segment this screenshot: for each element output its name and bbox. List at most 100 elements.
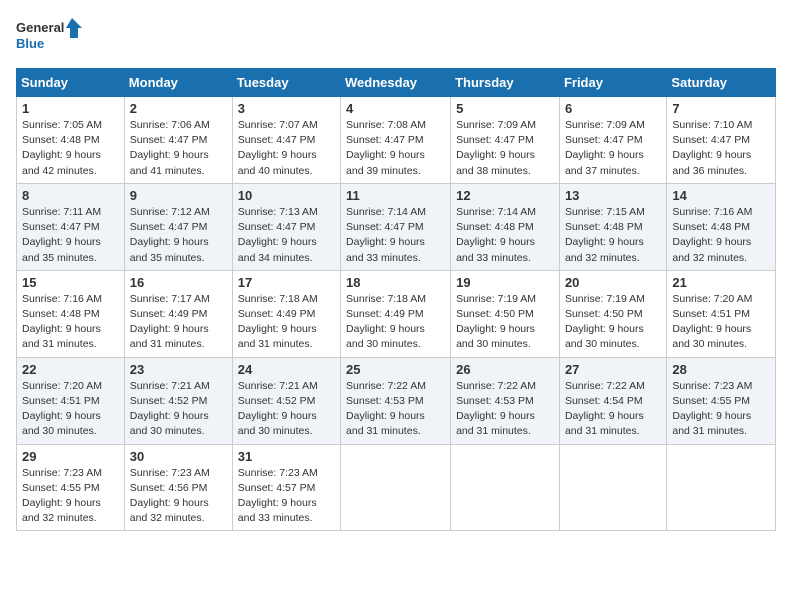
day-info: Sunrise: 7:08 AMSunset: 4:47 PMDaylight:…	[346, 119, 426, 177]
calendar-cell: 4 Sunrise: 7:08 AMSunset: 4:47 PMDayligh…	[341, 97, 451, 184]
weekday-header-wednesday: Wednesday	[341, 69, 451, 97]
day-info: Sunrise: 7:19 AMSunset: 4:50 PMDaylight:…	[456, 293, 536, 351]
weekday-header-sunday: Sunday	[17, 69, 125, 97]
calendar-cell: 2 Sunrise: 7:06 AMSunset: 4:47 PMDayligh…	[124, 97, 232, 184]
day-number: 11	[346, 188, 445, 203]
day-info: Sunrise: 7:11 AMSunset: 4:47 PMDaylight:…	[22, 206, 101, 264]
calendar-cell: 20 Sunrise: 7:19 AMSunset: 4:50 PMDaylig…	[559, 270, 666, 357]
day-info: Sunrise: 7:05 AMSunset: 4:48 PMDaylight:…	[22, 119, 102, 177]
day-info: Sunrise: 7:22 AMSunset: 4:53 PMDaylight:…	[456, 380, 536, 438]
day-info: Sunrise: 7:14 AMSunset: 4:48 PMDaylight:…	[456, 206, 536, 264]
day-number: 31	[238, 449, 335, 464]
logo: General Blue	[16, 16, 86, 60]
day-info: Sunrise: 7:20 AMSunset: 4:51 PMDaylight:…	[672, 293, 752, 351]
day-number: 20	[565, 275, 661, 290]
day-number: 29	[22, 449, 119, 464]
calendar-cell: 6 Sunrise: 7:09 AMSunset: 4:47 PMDayligh…	[559, 97, 666, 184]
day-number: 1	[22, 101, 119, 116]
day-info: Sunrise: 7:16 AMSunset: 4:48 PMDaylight:…	[22, 293, 102, 351]
calendar-week-1: 1 Sunrise: 7:05 AMSunset: 4:48 PMDayligh…	[17, 97, 776, 184]
weekday-header-saturday: Saturday	[667, 69, 776, 97]
calendar-cell: 27 Sunrise: 7:22 AMSunset: 4:54 PMDaylig…	[559, 357, 666, 444]
day-info: Sunrise: 7:22 AMSunset: 4:54 PMDaylight:…	[565, 380, 645, 438]
day-number: 14	[672, 188, 770, 203]
day-number: 12	[456, 188, 554, 203]
day-info: Sunrise: 7:18 AMSunset: 4:49 PMDaylight:…	[346, 293, 426, 351]
calendar-body: 1 Sunrise: 7:05 AMSunset: 4:48 PMDayligh…	[17, 97, 776, 531]
day-info: Sunrise: 7:07 AMSunset: 4:47 PMDaylight:…	[238, 119, 318, 177]
day-number: 22	[22, 362, 119, 377]
calendar-cell: 10 Sunrise: 7:13 AMSunset: 4:47 PMDaylig…	[232, 183, 340, 270]
calendar-cell: 13 Sunrise: 7:15 AMSunset: 4:48 PMDaylig…	[559, 183, 666, 270]
calendar-cell: 11 Sunrise: 7:14 AMSunset: 4:47 PMDaylig…	[341, 183, 451, 270]
day-number: 24	[238, 362, 335, 377]
calendar-cell: 30 Sunrise: 7:23 AMSunset: 4:56 PMDaylig…	[124, 444, 232, 531]
calendar-cell: 15 Sunrise: 7:16 AMSunset: 4:48 PMDaylig…	[17, 270, 125, 357]
day-info: Sunrise: 7:17 AMSunset: 4:49 PMDaylight:…	[130, 293, 210, 351]
day-number: 28	[672, 362, 770, 377]
calendar-cell: 26 Sunrise: 7:22 AMSunset: 4:53 PMDaylig…	[451, 357, 560, 444]
day-number: 13	[565, 188, 661, 203]
calendar-cell: 9 Sunrise: 7:12 AMSunset: 4:47 PMDayligh…	[124, 183, 232, 270]
calendar-cell: 1 Sunrise: 7:05 AMSunset: 4:48 PMDayligh…	[17, 97, 125, 184]
day-number: 16	[130, 275, 227, 290]
day-info: Sunrise: 7:06 AMSunset: 4:47 PMDaylight:…	[130, 119, 210, 177]
day-number: 25	[346, 362, 445, 377]
calendar-cell: 14 Sunrise: 7:16 AMSunset: 4:48 PMDaylig…	[667, 183, 776, 270]
day-info: Sunrise: 7:23 AMSunset: 4:55 PMDaylight:…	[672, 380, 752, 438]
calendar-cell: 7 Sunrise: 7:10 AMSunset: 4:47 PMDayligh…	[667, 97, 776, 184]
day-info: Sunrise: 7:14 AMSunset: 4:47 PMDaylight:…	[346, 206, 426, 264]
calendar-cell: 17 Sunrise: 7:18 AMSunset: 4:49 PMDaylig…	[232, 270, 340, 357]
svg-text:Blue: Blue	[16, 36, 44, 51]
calendar-cell: 3 Sunrise: 7:07 AMSunset: 4:47 PMDayligh…	[232, 97, 340, 184]
weekday-header-monday: Monday	[124, 69, 232, 97]
day-number: 10	[238, 188, 335, 203]
day-number: 27	[565, 362, 661, 377]
day-number: 7	[672, 101, 770, 116]
day-number: 8	[22, 188, 119, 203]
calendar-week-5: 29 Sunrise: 7:23 AMSunset: 4:55 PMDaylig…	[17, 444, 776, 531]
day-info: Sunrise: 7:10 AMSunset: 4:47 PMDaylight:…	[672, 119, 752, 177]
calendar-header-row: SundayMondayTuesdayWednesdayThursdayFrid…	[17, 69, 776, 97]
calendar-cell	[667, 444, 776, 531]
weekday-header-tuesday: Tuesday	[232, 69, 340, 97]
weekday-header-friday: Friday	[559, 69, 666, 97]
day-info: Sunrise: 7:09 AMSunset: 4:47 PMDaylight:…	[565, 119, 645, 177]
day-number: 30	[130, 449, 227, 464]
calendar-cell	[559, 444, 666, 531]
calendar-cell: 12 Sunrise: 7:14 AMSunset: 4:48 PMDaylig…	[451, 183, 560, 270]
calendar-cell: 5 Sunrise: 7:09 AMSunset: 4:47 PMDayligh…	[451, 97, 560, 184]
calendar-cell: 25 Sunrise: 7:22 AMSunset: 4:53 PMDaylig…	[341, 357, 451, 444]
calendar-cell: 29 Sunrise: 7:23 AMSunset: 4:55 PMDaylig…	[17, 444, 125, 531]
svg-text:General: General	[16, 20, 64, 35]
day-info: Sunrise: 7:16 AMSunset: 4:48 PMDaylight:…	[672, 206, 752, 264]
day-number: 18	[346, 275, 445, 290]
day-number: 17	[238, 275, 335, 290]
day-number: 6	[565, 101, 661, 116]
day-info: Sunrise: 7:23 AMSunset: 4:55 PMDaylight:…	[22, 467, 102, 525]
day-info: Sunrise: 7:23 AMSunset: 4:57 PMDaylight:…	[238, 467, 318, 525]
calendar-cell: 24 Sunrise: 7:21 AMSunset: 4:52 PMDaylig…	[232, 357, 340, 444]
calendar-cell: 23 Sunrise: 7:21 AMSunset: 4:52 PMDaylig…	[124, 357, 232, 444]
page-header: General Blue	[16, 16, 776, 60]
calendar-cell	[451, 444, 560, 531]
calendar-cell: 19 Sunrise: 7:19 AMSunset: 4:50 PMDaylig…	[451, 270, 560, 357]
day-info: Sunrise: 7:23 AMSunset: 4:56 PMDaylight:…	[130, 467, 210, 525]
day-number: 26	[456, 362, 554, 377]
day-number: 2	[130, 101, 227, 116]
day-number: 21	[672, 275, 770, 290]
day-info: Sunrise: 7:21 AMSunset: 4:52 PMDaylight:…	[238, 380, 318, 438]
day-info: Sunrise: 7:15 AMSunset: 4:48 PMDaylight:…	[565, 206, 645, 264]
calendar-cell: 16 Sunrise: 7:17 AMSunset: 4:49 PMDaylig…	[124, 270, 232, 357]
weekday-header-thursday: Thursday	[451, 69, 560, 97]
day-info: Sunrise: 7:09 AMSunset: 4:47 PMDaylight:…	[456, 119, 536, 177]
day-number: 4	[346, 101, 445, 116]
logo-svg: General Blue	[16, 16, 86, 60]
day-number: 5	[456, 101, 554, 116]
day-info: Sunrise: 7:20 AMSunset: 4:51 PMDaylight:…	[22, 380, 102, 438]
day-info: Sunrise: 7:12 AMSunset: 4:47 PMDaylight:…	[130, 206, 210, 264]
calendar-cell: 28 Sunrise: 7:23 AMSunset: 4:55 PMDaylig…	[667, 357, 776, 444]
day-number: 19	[456, 275, 554, 290]
day-info: Sunrise: 7:18 AMSunset: 4:49 PMDaylight:…	[238, 293, 318, 351]
day-info: Sunrise: 7:19 AMSunset: 4:50 PMDaylight:…	[565, 293, 645, 351]
